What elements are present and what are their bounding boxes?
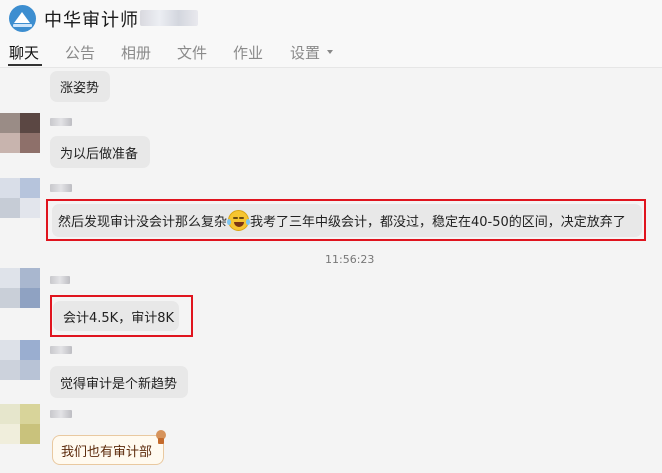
message-bubble[interactable]: 涨姿势 [50,71,110,102]
tab-chat[interactable]: 聊天 [9,42,39,63]
message-bubble[interactable]: 为以后做准备 [50,136,150,168]
message-list[interactable]: 涨姿势 为以后做准备 然后发现审计没会计那么复杂 我考了三年中级会计，都没过，稳 [0,68,662,473]
group-chat-window: 中华审计师 聊天 公告 相册 文件 作业 设置 涨姿势 为以后做准备 然后发现审… [0,0,662,473]
logo-mountain-icon [14,12,30,23]
message-text: 然后发现审计没会计那么复杂 [58,215,228,230]
tab-album[interactable]: 相册 [121,42,151,63]
tab-announcement[interactable]: 公告 [65,42,95,63]
message-timestamp: 11:56:23 [325,253,375,266]
avatar[interactable] [0,178,40,218]
group-title[interactable]: 中华审计师 [44,6,139,32]
message-bubble[interactable]: 会计4.5K，审计8K [53,301,179,331]
message-bubble[interactable]: 我们也有审计部 [52,435,164,465]
chevron-down-icon[interactable] [327,50,333,54]
avatar[interactable] [0,113,40,153]
blurred-nickname [50,118,72,126]
tab-files[interactable]: 文件 [177,42,207,63]
avatar[interactable] [0,268,40,308]
laughing-tears-emoji-icon [227,210,251,231]
tab-settings[interactable]: 设置 [290,42,320,63]
group-logo[interactable] [9,5,36,32]
blurred-nickname [50,346,72,354]
message-bubble[interactable]: 觉得审计是个新趋势 [50,366,188,398]
avatar[interactable] [0,340,40,380]
active-tab-indicator [8,64,42,66]
message-text: 我考了三年中级会计，都没过，稳定在40-50的区间，决定放弃了 [250,215,626,230]
tab-homework[interactable]: 作业 [233,42,263,63]
tab-bar: 聊天 公告 相册 文件 作业 设置 [0,42,662,68]
avatar[interactable] [0,404,40,444]
blurred-title-suffix [140,10,198,26]
blurred-nickname [50,276,70,284]
blurred-nickname [50,184,72,192]
chat-header: 中华审计师 聊天 公告 相册 文件 作业 设置 [0,0,662,68]
blurred-nickname [50,410,72,418]
message-bubble[interactable]: 然后发现审计没会计那么复杂 我考了三年中级会计，都没过，稳定在40-50的区间，… [52,204,642,237]
bubble-decoration-icon [156,430,166,444]
